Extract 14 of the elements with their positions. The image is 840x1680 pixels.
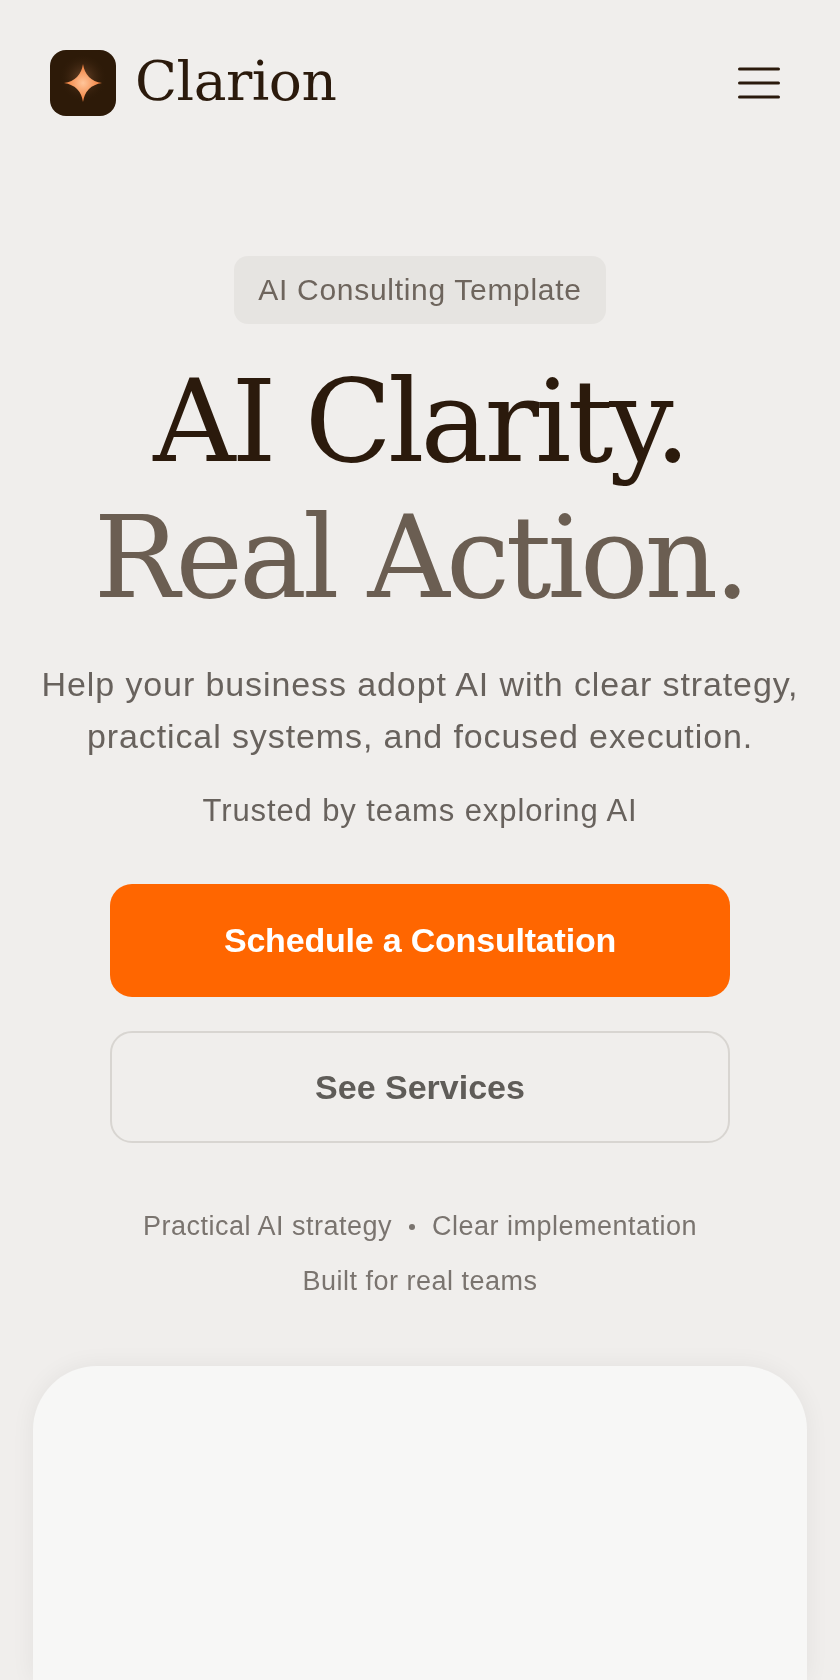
highlight-text: Practical AI strategy: [142, 1211, 392, 1242]
highlight-text: Clear implementation: [432, 1211, 698, 1242]
bullet-icon: [409, 1223, 415, 1230]
trust-line: Trusted by teams exploring AI: [202, 792, 638, 830]
highlight-text: Built for real teams: [302, 1266, 538, 1297]
menu-icon[interactable]: [738, 67, 780, 99]
headline-line: AI Clarity.: [153, 354, 687, 490]
category-badge: AI Consulting Template: [234, 256, 606, 324]
brand-name[interactable]: Clarion: [135, 48, 337, 114]
hero-description: Help your business adopt AI with clear strategy, practical systems, and focused execution.: [40, 664, 800, 757]
primary-button[interactable]: Schedule a Consultation: [110, 884, 730, 997]
secondary-button[interactable]: See Services: [110, 1031, 730, 1143]
headline-line: Real Action.: [93, 490, 747, 626]
sparkle-logo-icon: [50, 50, 116, 116]
